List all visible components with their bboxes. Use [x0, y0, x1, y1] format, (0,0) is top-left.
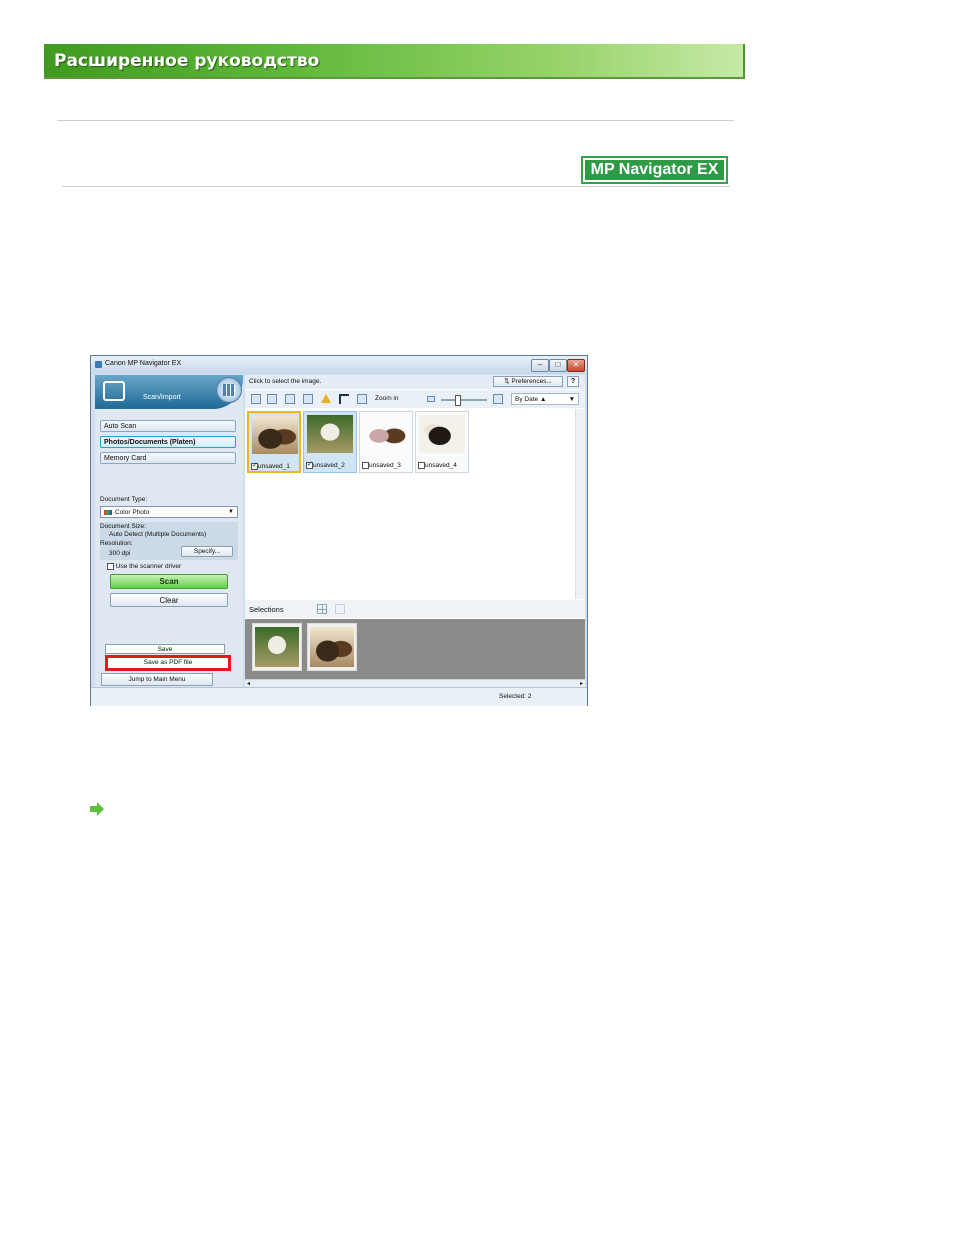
correct-image-icon[interactable] — [321, 394, 331, 403]
guide-title: Расширенное руководство — [54, 51, 320, 71]
sort-select[interactable]: By Date ▲ ▼ — [511, 393, 579, 405]
scroll-right-icon: ▸ — [579, 681, 583, 687]
rotate-right-icon[interactable] — [303, 394, 313, 404]
divider-bottom — [62, 186, 730, 187]
thumbnail-checkbox[interactable] — [306, 460, 313, 469]
right-panel: Click to select the image. ⇅ Preferences… — [245, 375, 585, 688]
small-thumbnail-icon — [427, 396, 435, 402]
selections-label: Selections — [249, 605, 284, 614]
selected-thumbnail[interactable] — [252, 623, 302, 671]
thumbnail-item[interactable]: unsaved_4 — [415, 411, 469, 473]
selections-bar: Selections — [245, 600, 585, 618]
scroll-left-icon: ◂ — [247, 681, 251, 687]
zoom-in-label[interactable]: Zoom in — [375, 395, 398, 402]
thumbnail-item[interactable]: unsaved_3 — [359, 411, 413, 473]
thumbnail-name: unsaved_1 — [258, 463, 290, 471]
scan-button[interactable]: Scan — [110, 574, 228, 589]
arrow-right-icon — [90, 802, 104, 816]
thumbnail-name: unsaved_2 — [313, 462, 345, 470]
save-button[interactable]: Save — [105, 644, 225, 654]
mp-navigator-badge-label: MP Navigator EX — [585, 160, 724, 180]
app-window-screenshot: Canon MP Navigator EX – □ ✕ Scan/Import … — [90, 355, 588, 706]
dog-photo-thumbnail — [307, 415, 353, 453]
thumbnail-item[interactable]: unsaved_2 — [303, 411, 357, 473]
dog-photo-thumbnail — [363, 415, 409, 453]
preferences-button[interactable]: ⇅ Preferences... — [493, 376, 563, 387]
nav-auto-scan[interactable]: Auto Scan — [100, 420, 236, 432]
document-type-value: Color Photo — [115, 509, 150, 516]
color-photo-icon — [104, 510, 112, 515]
resolution-value: 300 dpi — [109, 550, 131, 557]
rotate-left-icon[interactable] — [285, 394, 295, 404]
thumbnail-area: unsaved_1 unsaved_2 unsaved_3 unsaved_4 — [245, 409, 575, 599]
select-all-icon[interactable] — [251, 394, 261, 404]
app-icon — [95, 361, 102, 368]
selections-area — [245, 619, 585, 679]
list-view-icon[interactable] — [335, 604, 345, 614]
dropdown-arrow-icon: ▼ — [568, 396, 575, 403]
dog-photo-thumbnail — [252, 416, 298, 454]
divider-top — [57, 120, 734, 121]
help-button[interactable]: ? — [567, 376, 579, 387]
nav-photos-documents[interactable]: Photos/Documents (Platen) — [100, 436, 236, 448]
scanner-icon — [103, 381, 125, 401]
scanner-driver-checkbox[interactable] — [107, 563, 114, 570]
specify-button[interactable]: Specify... — [181, 546, 233, 557]
large-thumbnail-icon — [493, 394, 503, 404]
nav-memory-card[interactable]: Memory Card — [100, 452, 236, 464]
window-title: Canon MP Navigator EX — [105, 360, 182, 367]
dog-photo-thumbnail — [419, 415, 465, 453]
mp-navigator-badge: MP Navigator EX — [581, 156, 728, 184]
resolution-label: Resolution: — [100, 540, 133, 547]
instruction-text: Click to select the image. — [249, 378, 322, 385]
instruction-bar: Click to select the image. ⇅ Preferences… — [245, 375, 585, 389]
maximize-button[interactable]: □ — [549, 359, 567, 372]
image-toolbar: Zoom in By Date ▲ ▼ — [245, 390, 585, 408]
scanner-driver-label: Use the scanner driver — [115, 563, 182, 571]
dropdown-arrow-icon: ▼ — [228, 509, 234, 515]
document-size-value: Auto Detect (Multiple Documents) — [109, 531, 207, 538]
thumbnail-name: unsaved_3 — [369, 462, 401, 470]
thumbnail-item[interactable]: unsaved_1 — [247, 411, 301, 473]
left-panel: Scan/Import Auto Scan Photos/Documents (… — [95, 375, 243, 687]
scanner-driver-option[interactable]: Use the scanner driver — [107, 563, 181, 570]
sort-value: By Date — [515, 396, 539, 403]
document-type-label: Document Type: — [100, 496, 148, 503]
save-as-pdf-button[interactable]: Save as PDF file — [105, 655, 231, 671]
close-button[interactable]: ✕ — [567, 359, 585, 372]
thumbnail-scrollbar[interactable] — [575, 409, 585, 599]
thumbnail-checkbox[interactable] — [362, 462, 369, 469]
zoom-in-icon[interactable] — [357, 394, 367, 404]
thumbnail-size-slider[interactable] — [441, 395, 487, 406]
guide-header-banner: Расширенное руководство — [44, 44, 745, 79]
main-menu-circle-icon[interactable] — [216, 377, 242, 403]
selected-count: Selected: 2 — [499, 693, 532, 700]
window-titlebar: Canon MP Navigator EX – □ ✕ — [91, 356, 587, 374]
document-type-select[interactable]: Color Photo ▼ — [100, 506, 238, 518]
sort-ascending-icon: ▲ — [539, 396, 547, 403]
clear-button[interactable]: Clear — [110, 593, 228, 607]
document-size-label: Document Size: — [100, 523, 146, 530]
thumbnail-checkbox[interactable] — [251, 461, 258, 470]
jump-to-main-menu-button[interactable]: Jump to Main Menu — [101, 673, 213, 686]
status-bar: Selected: 2 — [91, 687, 587, 706]
scan-import-label: Scan/Import — [143, 394, 181, 401]
deselect-icon[interactable] — [267, 394, 277, 404]
selected-thumbnail[interactable] — [307, 623, 357, 671]
thumbnail-checkbox[interactable] — [418, 462, 425, 469]
thumbnail-name: unsaved_4 — [425, 462, 457, 470]
crop-icon[interactable] — [339, 394, 349, 404]
minimize-button[interactable]: – — [531, 359, 549, 372]
grid-view-icon[interactable] — [317, 604, 327, 614]
